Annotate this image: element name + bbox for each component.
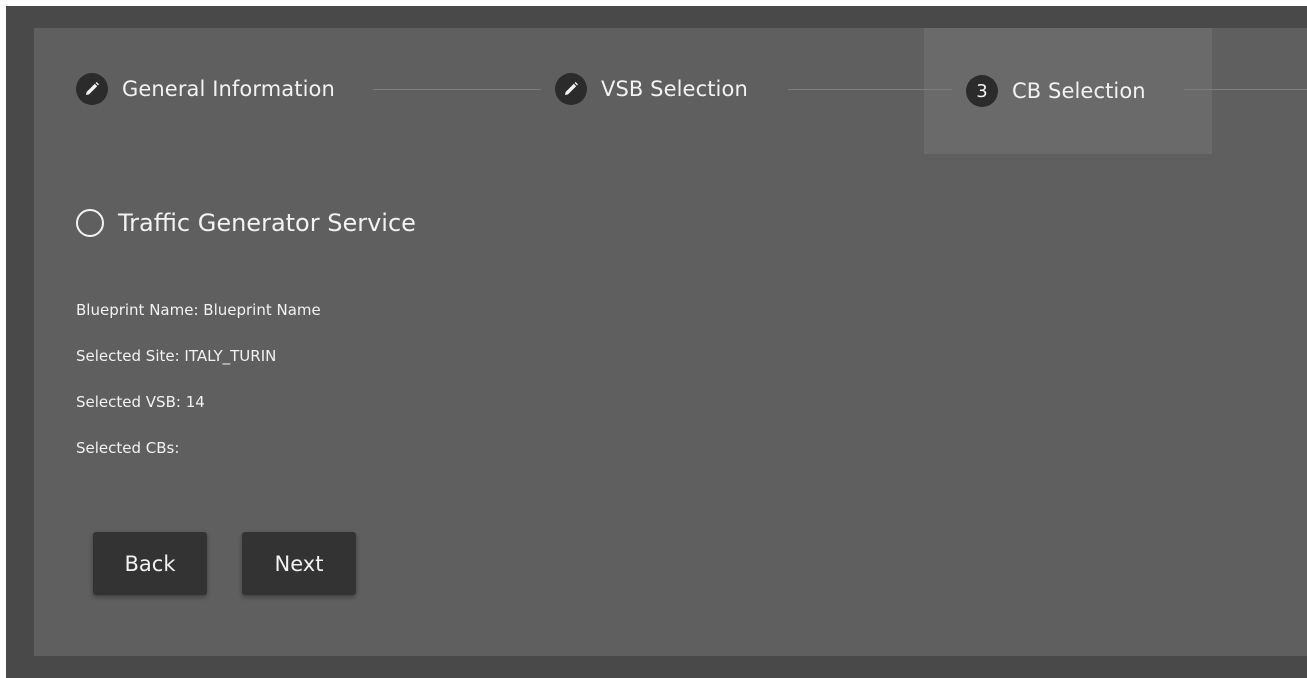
step-vsb-selection[interactable]: VSB Selection bbox=[555, 69, 748, 109]
pencil-icon bbox=[555, 73, 587, 105]
radio-button[interactable] bbox=[76, 209, 104, 237]
step-cb-selection[interactable]: 3 CB Selection bbox=[966, 71, 1146, 111]
step-label: VSB Selection bbox=[601, 77, 748, 101]
step-general-information[interactable]: General Information bbox=[76, 69, 335, 109]
step-connector bbox=[373, 89, 541, 90]
service-option-traffic-generator[interactable]: Traffic Generator Service bbox=[76, 209, 416, 237]
step-number-badge: 3 bbox=[966, 75, 998, 107]
step-connector bbox=[788, 89, 952, 90]
step-connector bbox=[1184, 89, 1307, 90]
step-label: CB Selection bbox=[1012, 79, 1146, 103]
selected-cbs-text: Selected CBs: bbox=[76, 439, 180, 457]
service-label: Traffic Generator Service bbox=[118, 209, 416, 237]
back-button[interactable]: Back bbox=[93, 532, 207, 595]
next-button[interactable]: Next bbox=[242, 532, 356, 595]
step-label: General Information bbox=[122, 77, 335, 101]
selected-vsb-text: Selected VSB: 14 bbox=[76, 393, 205, 411]
pencil-icon bbox=[76, 73, 108, 105]
selected-site-text: Selected Site: ITALY_TURIN bbox=[76, 347, 277, 365]
blueprint-name-text: Blueprint Name: Blueprint Name bbox=[76, 301, 321, 319]
